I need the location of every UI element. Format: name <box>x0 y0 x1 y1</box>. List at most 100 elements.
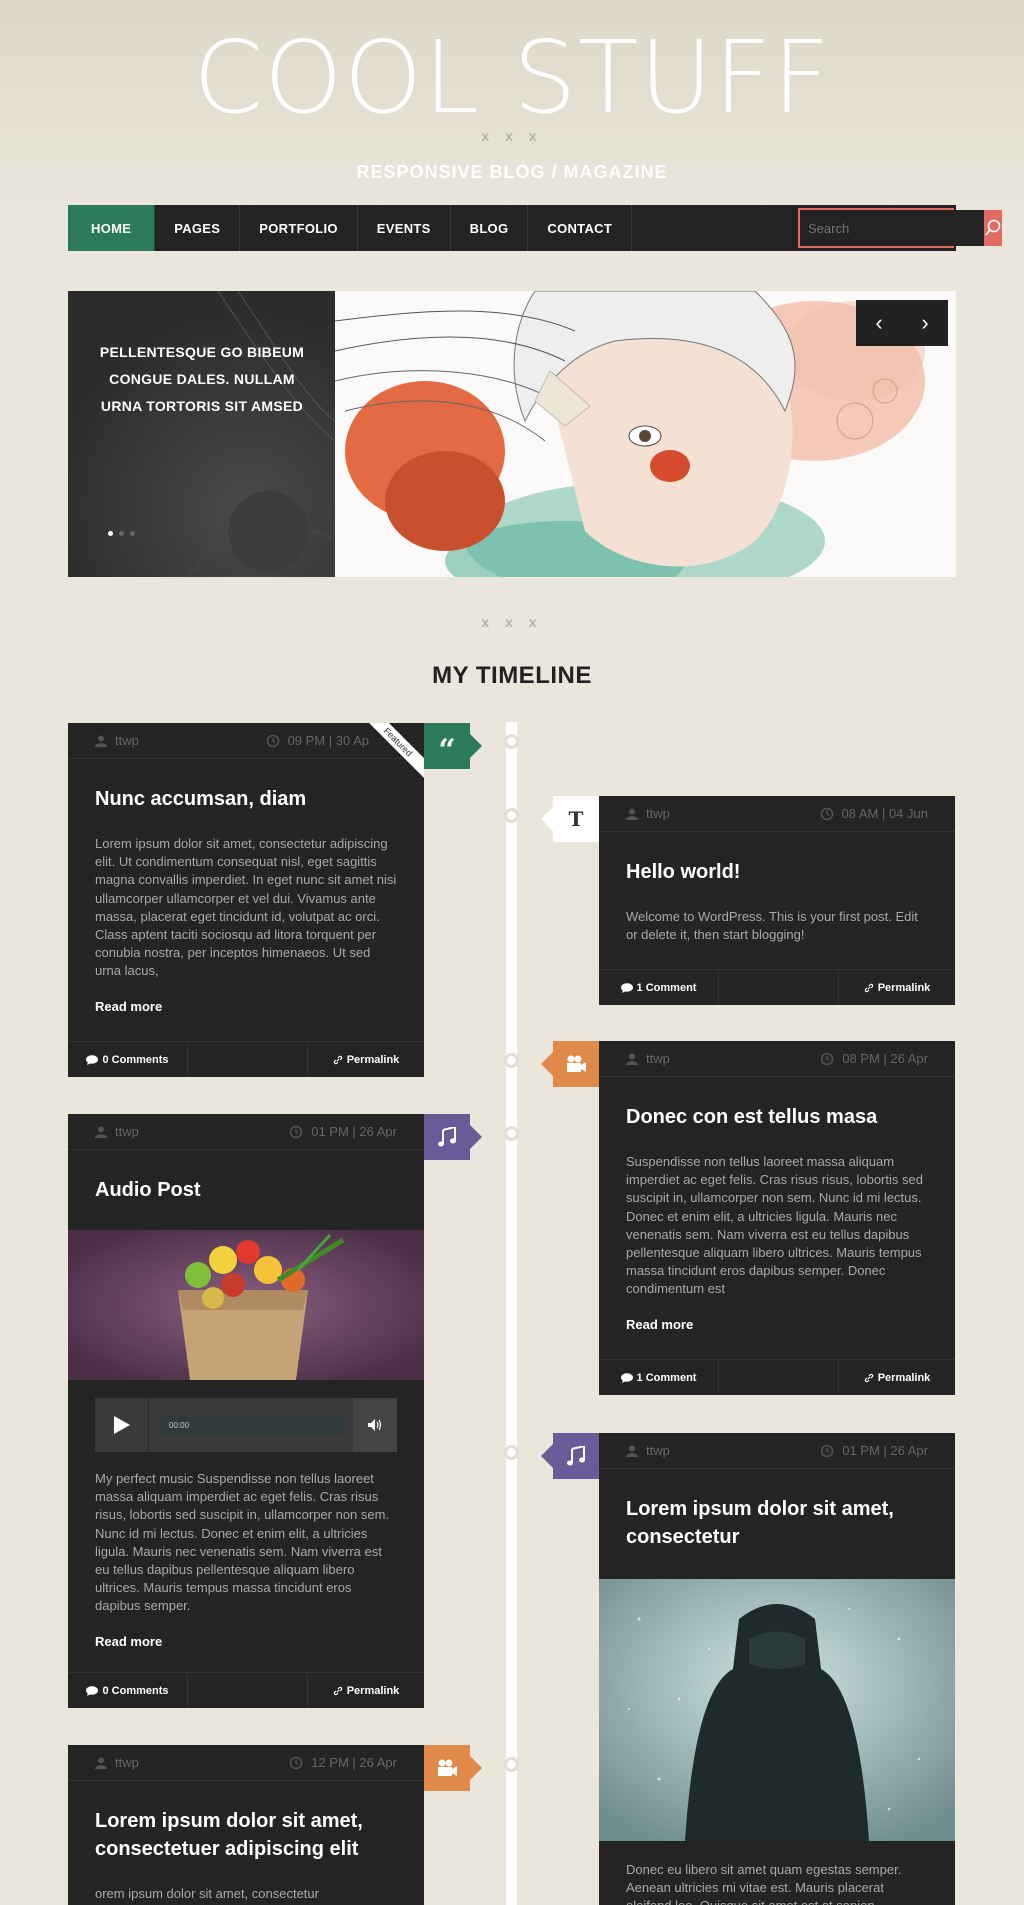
post-meta: ttwp 08 AM | 04 Jun <box>599 796 955 832</box>
slider-dot[interactable] <box>108 531 113 536</box>
post-author[interactable]: ttwp <box>646 1443 670 1458</box>
permalink-link[interactable]: Permalink <box>839 1360 955 1395</box>
search-box <box>798 208 1002 248</box>
timeline-node <box>504 1126 519 1141</box>
slider-prev-button[interactable]: ‹ <box>856 300 902 346</box>
post-meta: ttwp 01 PM | 26 Apr <box>599 1433 955 1469</box>
slider-dot[interactable] <box>130 531 135 536</box>
post-date: 01 PM | 26 Apr <box>311 1124 397 1139</box>
timeline-node <box>504 1445 519 1460</box>
post-card: ttwp 01 PM | 26 Apr Audio Post 00:00 My … <box>68 1114 424 1708</box>
post-excerpt: My perfect music Suspendisse non tellus … <box>95 1471 390 1614</box>
comments-link[interactable]: 0 Comments <box>68 1042 188 1077</box>
post-card: ttwp 08 PM | 26 Apr Donec con est tellus… <box>599 1041 955 1395</box>
post-excerpt: Suspendisse non tellus laoreet massa ali… <box>626 1154 923 1297</box>
audio-progress-bar[interactable]: 00:00 <box>159 1415 343 1435</box>
grocery-bag-image <box>68 1230 424 1380</box>
site-title[interactable]: COOL STUFF <box>0 18 1024 138</box>
timeline-node <box>504 734 519 749</box>
video-format-flag <box>541 1041 599 1087</box>
section-title: MY TIMELINE <box>432 662 592 689</box>
volume-button[interactable] <box>353 1398 397 1452</box>
comments-link[interactable]: 1 Comment <box>599 970 719 1005</box>
comment-icon <box>86 1054 99 1065</box>
slider-dot[interactable] <box>119 531 124 536</box>
featured-badge: Featured <box>368 723 424 779</box>
post-card: ttwp 09 PM | 30 Ap Featured Nunc accumsa… <box>68 723 424 1077</box>
post-date: 08 AM | 04 Jun <box>841 806 929 821</box>
nav-pages[interactable]: PAGES <box>155 205 241 251</box>
read-more-link[interactable]: Read more <box>599 1317 720 1332</box>
post-date: 09 PM | 30 Ap <box>287 733 369 748</box>
slider-caption: PELLENTESQUE GO BIBEUM CONGUE DALES. NUL… <box>99 344 305 414</box>
post-footer: 0 Comments Permalink <box>68 1041 424 1077</box>
audio-format-flag <box>424 1114 482 1160</box>
timeline-line <box>506 722 517 1905</box>
nav-events[interactable]: EVENTS <box>358 205 451 251</box>
clock-icon <box>289 1756 303 1769</box>
video-camera-icon <box>567 1055 586 1072</box>
clock-icon <box>820 1052 834 1065</box>
search-button[interactable] <box>984 210 1002 246</box>
nav-contact[interactable]: CONTACT <box>528 205 633 251</box>
quote-format-flag: “ <box>424 723 482 769</box>
post-footer: 1 Comment Permalink <box>599 969 955 1005</box>
post-title[interactable]: Nunc accumsan, diam <box>68 785 424 813</box>
volume-icon <box>368 1419 382 1431</box>
post-excerpt: Welcome to WordPress. This is your first… <box>626 909 918 943</box>
audio-format-flag <box>541 1433 599 1479</box>
audio-player: 00:00 <box>95 1398 397 1452</box>
chevron-left-icon: ‹ <box>875 310 883 335</box>
user-icon <box>95 735 107 747</box>
slider-caption-panel: PELLENTESQUE GO BIBEUM CONGUE DALES. NUL… <box>68 291 335 577</box>
read-more-link[interactable]: Read more <box>68 999 189 1014</box>
link-icon <box>333 1055 342 1064</box>
search-icon <box>985 219 1001 236</box>
nav-portfolio[interactable]: PORTFOLIO <box>240 205 358 251</box>
quote-icon: “ <box>438 732 456 768</box>
user-icon <box>626 808 638 820</box>
permalink-link[interactable]: Permalink <box>308 1042 424 1077</box>
post-card: ttwp 12 PM | 26 Apr Lorem ipsum dolor si… <box>68 1745 424 1905</box>
post-title[interactable]: Donec con est tellus masa <box>599 1103 955 1131</box>
main-nav: HOME PAGES PORTFOLIO EVENTS BLOG CONTACT <box>68 205 1002 251</box>
post-meta: ttwp 01 PM | 26 Apr <box>68 1114 424 1150</box>
permalink-link[interactable]: Permalink <box>308 1673 424 1708</box>
slider-next-button[interactable]: › <box>902 300 948 346</box>
play-button[interactable] <box>95 1398 149 1452</box>
post-card: ttwp 08 AM | 04 Jun Hello world! Welcome… <box>599 796 955 1005</box>
text-icon: T <box>568 807 584 831</box>
nav-blog[interactable]: BLOG <box>451 205 529 251</box>
post-author[interactable]: ttwp <box>115 733 139 748</box>
post-author[interactable]: ttwp <box>646 1051 670 1066</box>
header-divider: x x x <box>481 128 543 144</box>
post-author[interactable]: ttwp <box>115 1755 139 1770</box>
post-title[interactable]: Hello world! <box>599 858 955 886</box>
user-icon <box>95 1757 107 1769</box>
clock-icon <box>820 807 833 820</box>
post-excerpt: Lorem ipsum dolor sit amet, consectetur … <box>95 836 397 979</box>
link-icon <box>333 1686 342 1695</box>
slider-dots <box>108 531 135 536</box>
post-title[interactable]: Lorem ipsum dolor sit amet, consectetur <box>599 1495 955 1551</box>
comment-icon <box>620 982 633 993</box>
search-input[interactable] <box>800 210 984 246</box>
music-note-icon <box>438 1127 456 1147</box>
comments-link[interactable]: 1 Comment <box>599 1360 719 1395</box>
user-icon <box>626 1053 638 1065</box>
comment-icon <box>620 1372 633 1383</box>
post-date: 08 PM | 26 Apr <box>842 1051 928 1066</box>
post-meta: ttwp 08 PM | 26 Apr <box>599 1041 955 1077</box>
post-author[interactable]: ttwp <box>115 1124 139 1139</box>
music-note-icon <box>567 1446 585 1466</box>
post-title[interactable]: Audio Post <box>68 1176 424 1204</box>
nav-home[interactable]: HOME <box>68 205 156 251</box>
post-footer: 1 Comment Permalink <box>599 1359 955 1395</box>
comments-link[interactable]: 0 Comments <box>68 1673 188 1708</box>
timeline-node <box>504 1053 519 1068</box>
post-title[interactable]: Lorem ipsum dolor sit amet, consectetuer… <box>68 1807 424 1863</box>
post-author[interactable]: ttwp <box>646 806 670 821</box>
permalink-link[interactable]: Permalink <box>839 970 955 1005</box>
user-icon <box>626 1445 638 1457</box>
read-more-link[interactable]: Read more <box>68 1634 189 1649</box>
